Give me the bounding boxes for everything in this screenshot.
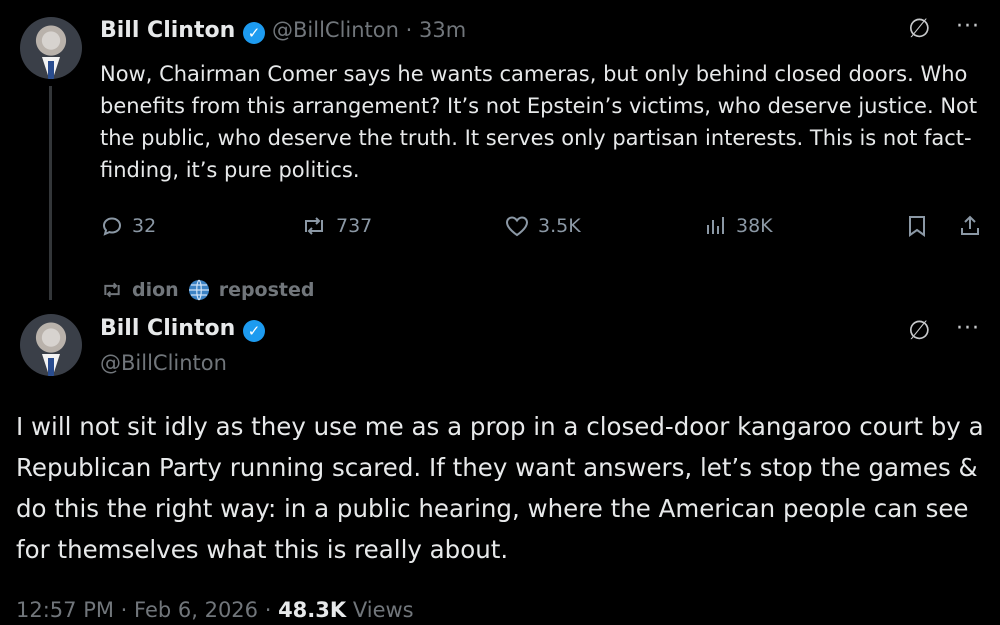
globe-icon bbox=[188, 279, 209, 301]
reply-count: 32 bbox=[132, 215, 157, 237]
tweet-meta: @BillClinton · 33m bbox=[272, 18, 466, 42]
footer-separator: · bbox=[258, 598, 279, 622]
repost-icon bbox=[305, 217, 323, 235]
views-button[interactable]: 38K bbox=[704, 214, 773, 238]
display-name[interactable]: Bill Clinton bbox=[100, 316, 235, 341]
repost-banner: dion reposted bbox=[100, 278, 315, 302]
avatar[interactable] bbox=[20, 17, 82, 79]
views-count: 38K bbox=[736, 215, 773, 237]
repost-icon bbox=[104, 282, 120, 298]
reply-button[interactable]: 32 bbox=[100, 214, 156, 238]
views-label: Views bbox=[352, 598, 414, 622]
timestamp[interactable]: 33m bbox=[419, 18, 466, 42]
footer-separator: · bbox=[113, 598, 135, 622]
bookmark-button[interactable] bbox=[906, 214, 928, 238]
tweet-text: I will not sit idly as they use me as a … bbox=[16, 412, 984, 564]
handle[interactable]: @BillClinton bbox=[100, 351, 227, 375]
views-count: 48.3K bbox=[278, 598, 347, 622]
like-button[interactable]: 3.5K bbox=[504, 214, 581, 238]
share-icon bbox=[961, 215, 979, 235]
avatar[interactable] bbox=[20, 314, 82, 376]
reply-icon bbox=[102, 217, 122, 236]
grok-icon[interactable]: ∅ bbox=[908, 316, 931, 346]
bar-chart-icon bbox=[707, 217, 724, 234]
share-button[interactable] bbox=[958, 214, 982, 238]
heart-icon bbox=[505, 216, 529, 237]
repost-button[interactable]: 737 bbox=[300, 214, 372, 238]
tweet-footer: 12:57 PM · Feb 6, 2026 · 48.3K Views bbox=[16, 598, 414, 622]
more-icon[interactable]: ··· bbox=[956, 14, 980, 39]
verified-badge-icon: ✓ bbox=[243, 320, 265, 342]
repost-action: reposted bbox=[218, 279, 315, 301]
repost-count: 737 bbox=[336, 215, 373, 237]
bookmark-icon bbox=[909, 216, 925, 237]
like-count: 3.5K bbox=[538, 215, 581, 237]
post-time[interactable]: 12:57 PM bbox=[16, 598, 114, 622]
tweet-text: Now, Chairman Comer says he wants camera… bbox=[100, 62, 978, 182]
verified-badge-icon: ✓ bbox=[243, 22, 265, 44]
grok-icon[interactable]: ∅ bbox=[908, 14, 931, 44]
thread-line bbox=[49, 86, 52, 300]
action-bar: 32 737 3.5K 38K bbox=[100, 214, 990, 246]
reposter-name[interactable]: dion bbox=[132, 279, 179, 301]
more-icon[interactable]: ··· bbox=[956, 316, 980, 341]
handle[interactable]: @BillClinton bbox=[272, 18, 399, 42]
display-name[interactable]: Bill Clinton bbox=[100, 18, 235, 43]
post-date[interactable]: Feb 6, 2026 bbox=[134, 598, 258, 622]
meta-separator: · bbox=[398, 18, 419, 42]
